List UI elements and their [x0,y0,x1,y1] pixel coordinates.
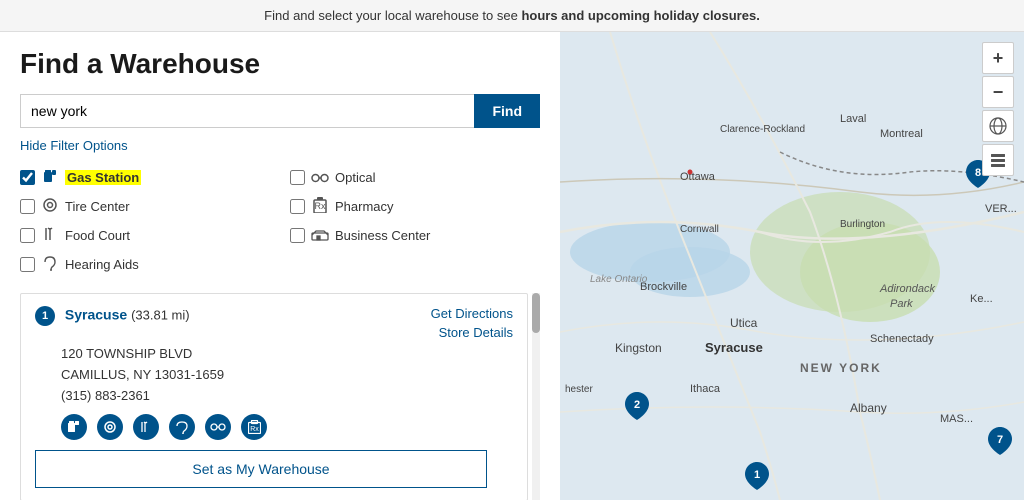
svg-text:Clarence-Rockland: Clarence-Rockland [720,124,805,135]
svg-text:7: 7 [997,434,1003,446]
result-1-number: 1 [35,306,55,326]
search-row: Find [20,94,540,128]
set-warehouse-button-1[interactable]: Set as My Warehouse [35,450,487,488]
result-1-right: Get Directions Store Details [431,306,513,340]
filter-food-checkbox[interactable] [20,228,35,243]
filter-hearing[interactable]: Hearing Aids [20,252,270,277]
svg-text:Rx: Rx [315,201,326,211]
food-icon [41,226,59,245]
results-container: 1 Syracuse (33.81 mi) Get Directions Sto… [20,293,540,500]
amenity-hearing-icon [169,414,195,440]
map-type-button[interactable] [982,110,1014,142]
svg-text:2: 2 [634,399,640,411]
amenity-optical-icon [205,414,231,440]
banner-text: Find and select your local warehouse to … [264,8,760,23]
map-controls: + − [982,42,1014,176]
svg-text:Schenectady: Schenectady [870,333,934,345]
filter-gas-checkbox[interactable] [20,170,35,185]
svg-text:MAS...: MAS... [940,413,973,425]
filter-optical-checkbox[interactable] [290,170,305,185]
svg-text:Kingston: Kingston [615,341,662,355]
get-directions-link-1[interactable]: Get Directions [431,306,513,321]
filter-pharmacy[interactable]: Rx Pharmacy [290,194,540,219]
svg-text:Albany: Albany [850,401,887,415]
map-panel: Adirondack Park NEW YORK Ottawa Clarence… [560,32,1024,500]
search-input[interactable] [20,94,474,128]
filter-pharmacy-label: Pharmacy [335,199,394,214]
result-card-1: 1 Syracuse (33.81 mi) Get Directions Sto… [20,293,528,500]
filter-gas-label: Gas Station [65,170,141,185]
svg-text:NEW YORK: NEW YORK [800,361,882,375]
filter-business-label: Business Center [335,228,430,243]
result-1-city: Syracuse [65,307,127,323]
tire-icon [41,197,59,216]
map-layers-button[interactable] [982,144,1014,176]
filter-food-label: Food Court [65,228,130,243]
scrollbar-thumb[interactable] [532,293,540,333]
find-button[interactable]: Find [474,94,540,128]
svg-text:Lake Ontario: Lake Ontario [590,274,648,285]
zoom-out-button[interactable]: − [982,76,1014,108]
svg-text:1: 1 [754,469,760,481]
result-1-distance: (33.81 mi) [131,308,190,323]
filter-business-checkbox[interactable] [290,228,305,243]
zoom-in-button[interactable]: + [982,42,1014,74]
filter-food[interactable]: Food Court [20,223,270,248]
filter-gas[interactable]: Gas Station [20,165,270,190]
result-1-left: 1 Syracuse (33.81 mi) [35,306,190,326]
svg-text:Cornwall: Cornwall [680,224,719,235]
filter-tire-checkbox[interactable] [20,199,35,214]
svg-text:VER...: VER... [985,203,1017,215]
filter-optical-label: Optical [335,170,375,185]
svg-text:Ottawa: Ottawa [680,171,716,183]
page-title: Find a Warehouse [20,48,540,80]
svg-text:Utica: Utica [730,316,758,330]
svg-text:Adirondack: Adirondack [879,283,936,295]
svg-text:Syracuse: Syracuse [705,340,763,355]
svg-text:Park: Park [890,298,913,310]
left-panel: Find a Warehouse Find Hide Filter Option… [0,32,560,500]
map-svg: Adirondack Park NEW YORK Ottawa Clarence… [560,32,1024,500]
result-1-address: 120 TOWNSHIP BLVD CAMILLUS, NY 13031-165… [61,344,513,406]
svg-text:Montreal: Montreal [880,128,923,140]
amenity-gas-icon [61,414,87,440]
filter-grid: Gas Station Optical Tire Center Rx [20,165,540,277]
filter-business[interactable]: Business Center [290,223,540,248]
scrollbar-track[interactable] [532,293,540,500]
svg-text:Rx: Rx [250,426,259,433]
optical-icon [311,170,329,186]
hearing-icon [41,255,59,274]
amenity-tire-icon [97,414,123,440]
filter-tire[interactable]: Tire Center [20,194,270,219]
svg-text:Ke...: Ke... [970,293,993,305]
filter-hearing-checkbox[interactable] [20,257,35,272]
filter-tire-label: Tire Center [65,199,130,214]
svg-text:hester: hester [565,384,593,395]
result-1-amenities: Rx [61,414,513,440]
amenity-food-icon [133,414,159,440]
filter-optical[interactable]: Optical [290,165,540,190]
gas-icon [41,168,59,187]
amenity-pharmacy-icon: Rx [241,414,267,440]
svg-text:Ithaca: Ithaca [690,383,721,395]
filter-pharmacy-checkbox[interactable] [290,199,305,214]
pharmacy-icon: Rx [311,197,329,216]
svg-text:8: 8 [975,167,981,179]
hide-filter-link[interactable]: Hide Filter Options [20,138,540,153]
top-banner: Find and select your local warehouse to … [0,0,1024,32]
svg-text:Burlington: Burlington [840,219,885,230]
business-icon [311,228,329,244]
store-details-link-1[interactable]: Store Details [439,325,513,340]
filter-hearing-label: Hearing Aids [65,257,139,272]
svg-text:Laval: Laval [840,113,866,125]
